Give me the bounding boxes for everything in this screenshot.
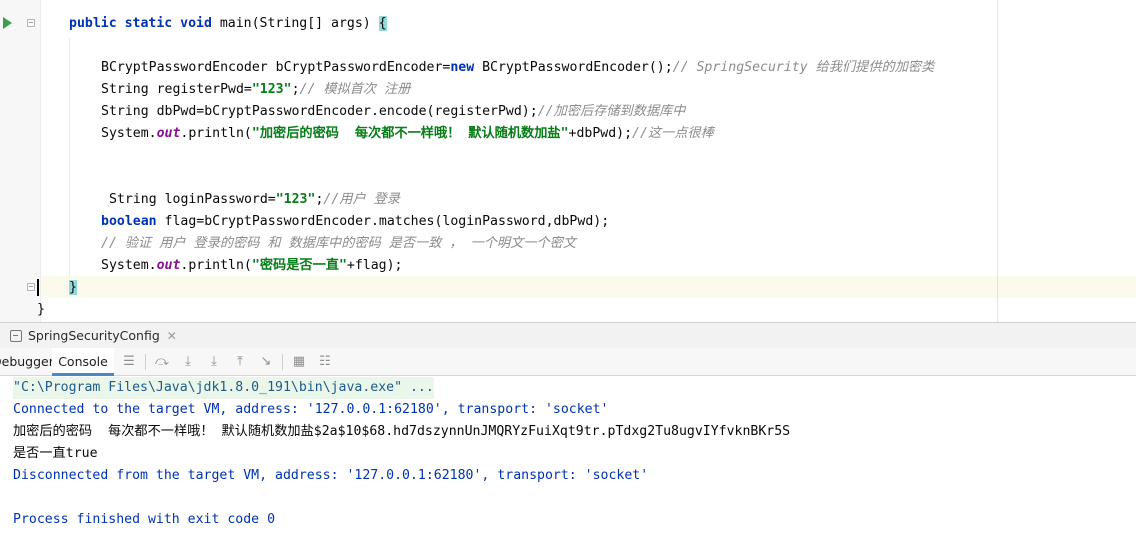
code-token: System. [101, 258, 157, 273]
code-token: BCryptPasswordEncoder(); [474, 60, 673, 75]
code-token: main(String[] args) [219, 16, 379, 31]
toolbar-separator [145, 354, 146, 370]
code-token: //这一点很棒 [632, 126, 714, 141]
code-token: System. [101, 126, 157, 141]
console-command-line: "C:\Program Files\Java\jdk1.8.0_191\bin\… [13, 377, 434, 399]
menu-icon[interactable]: ☰ [122, 355, 136, 369]
code-token: out [156, 258, 181, 273]
code-token: out [156, 126, 181, 141]
code-token: { [378, 16, 387, 31]
code-token: "123" [251, 82, 292, 97]
caret-row-highlight [41, 276, 1136, 298]
run-config-icon [10, 329, 22, 342]
code-token: String loginPassword= [109, 192, 276, 207]
code-line[interactable]: boolean flag=bCryptPasswordEncoder.match… [101, 211, 609, 233]
code-token: String dbPwd=bCryptPasswordEncoder.encod… [101, 104, 538, 119]
code-line[interactable]: } [69, 277, 77, 299]
code-token: "密码是否一直" [251, 258, 347, 273]
console-line: 加密后的密码 每次都不一样哦！ 默认随机数加盐$2a$10$68.hd7dszy… [13, 424, 791, 439]
code-token: public static void [69, 16, 220, 31]
text-caret [37, 279, 39, 296]
code-line[interactable]: System.out.println("密码是否一直"+flag); [101, 255, 402, 277]
table-icon[interactable]: ☷ [318, 355, 332, 369]
tab-debugger[interactable]: Debugger [0, 348, 54, 375]
code-line[interactable]: } [37, 299, 45, 321]
run-to-cursor-icon[interactable]: ↘ [259, 355, 273, 369]
code-token: .println( [180, 126, 252, 141]
code-line[interactable]: String dbPwd=bCryptPasswordEncoder.encod… [101, 101, 685, 123]
step-over-icon[interactable]: ⤼ [155, 355, 169, 369]
console-line: Disconnected from the target VM, address… [13, 468, 649, 483]
console-output[interactable]: "C:\Program Files\Java\jdk1.8.0_191\bin\… [0, 376, 1136, 542]
code-token: +flag); [346, 258, 403, 273]
code-token: // SpringSecurity 给我们提供的加密类 [672, 60, 935, 75]
run-config-tab[interactable]: SpringSecurityConfig ✕ [0, 323, 177, 348]
code-token: +dbPwd); [568, 126, 633, 141]
force-step-into-icon[interactable]: ⤓ [207, 355, 221, 369]
code-token: boolean [101, 214, 157, 229]
code-token: //用户 登录 [323, 192, 400, 207]
fold-icon[interactable] [27, 19, 35, 27]
tab-debugger-label: Debugger [0, 354, 54, 369]
run-config-tab-label: SpringSecurityConfig [28, 328, 160, 343]
code-line[interactable]: System.out.println("加密后的密码 每次都不一样哦！ 默认随机… [101, 123, 714, 145]
step-into-icon[interactable]: ⤓ [181, 355, 195, 369]
code-token: BCryptPasswordEncoder bCryptPasswordEnco… [101, 60, 451, 75]
tab-console-label: Console [58, 354, 108, 369]
code-token: "加密后的密码 每次都不一样哦！ 默认随机数加盐" [251, 126, 569, 141]
tab-console[interactable]: Console [52, 348, 114, 376]
code-line[interactable]: String registerPwd="123";// 模拟首次 注册 [101, 79, 410, 101]
step-out-icon[interactable]: ⤒ [233, 355, 247, 369]
code-line[interactable]: public static void main(String[] args) { [69, 13, 387, 35]
close-icon[interactable]: ✕ [167, 329, 177, 343]
code-line[interactable]: String loginPassword="123";//用户 登录 [109, 189, 400, 211]
editor-gutter [0, 0, 41, 322]
code-token: // 模拟首次 注册 [299, 82, 411, 97]
code-token: ; [291, 82, 300, 97]
run-gutter-icon[interactable] [3, 17, 12, 29]
code-token: flag=bCryptPasswordEncoder.matches(login… [156, 214, 610, 229]
code-token: // 验证 用户 登录的密码 和 数据库中的密码 是否一致 ， 一个明文一个密文 [101, 236, 577, 251]
code-token: .println( [180, 258, 252, 273]
evaluate-icon[interactable]: ▦ [292, 355, 306, 369]
console-line: Connected to the target VM, address: '12… [13, 402, 609, 417]
code-token: } [69, 280, 77, 295]
fold-icon[interactable] [27, 283, 35, 291]
console-line: 是否一直true [13, 446, 98, 461]
code-token: new [450, 60, 475, 75]
console-line: Process finished with exit code 0 [13, 512, 276, 527]
toolbar-separator [282, 354, 283, 370]
console-toolbar: Debugger Console ☰ ⤼ ⤓ ⤓ ⤒ ↘ ▦ ☷ [0, 348, 1136, 376]
run-tool-window-tabbar: SpringSecurityConfig ✕ [0, 322, 1136, 348]
code-token: //加密后存储到数据库中 [537, 104, 686, 119]
code-line[interactable]: BCryptPasswordEncoder bCryptPasswordEnco… [101, 57, 934, 79]
code-line[interactable]: // 验证 用户 登录的密码 和 数据库中的密码 是否一致 ， 一个明文一个密文 [101, 233, 576, 255]
code-editor[interactable]: public static void main(String[] args) {… [0, 0, 1136, 322]
code-token: String registerPwd= [101, 82, 252, 97]
code-token: "123" [275, 192, 316, 207]
code-token: } [37, 302, 45, 317]
indent-guide [69, 38, 70, 278]
right-margin-guide [997, 0, 998, 322]
